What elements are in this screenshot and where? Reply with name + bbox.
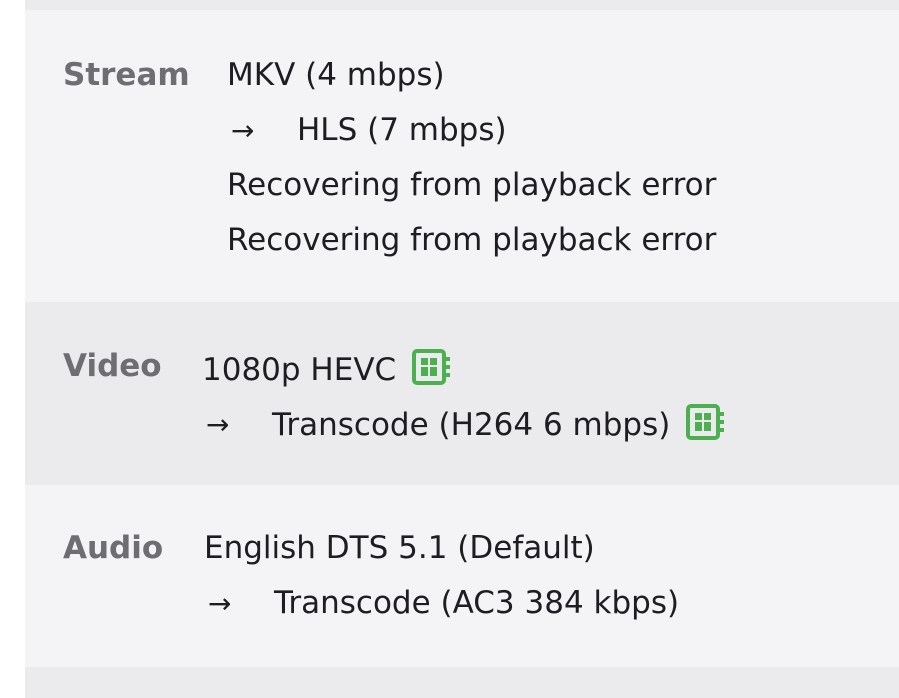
- audio-source: English DTS 5.1 (Default): [204, 533, 595, 564]
- stream-section: Stream MKV (4 mbps) → HLS (7 mbps) Recov…: [25, 10, 899, 302]
- hardware-accel-icon: [686, 404, 726, 446]
- arrow-right-icon: →: [231, 113, 255, 147]
- stream-message-text: Recovering from playback error: [227, 167, 717, 203]
- audio-label: Audio: [63, 530, 164, 566]
- stream-message-text: Recovering from playback error: [227, 222, 717, 258]
- stream-source: MKV (4 mbps): [227, 60, 445, 91]
- stream-target-text: HLS (7 mbps): [297, 112, 507, 148]
- hardware-accel-icon: [412, 349, 452, 391]
- audio-target-text: Transcode (AC3 384 kbps): [274, 585, 680, 621]
- stream-target: → HLS (7 mbps): [231, 115, 507, 146]
- arrow-right-icon: →: [208, 586, 232, 620]
- video-source-text: 1080p HEVC: [202, 351, 397, 388]
- video-source: 1080p HEVC: [202, 349, 452, 391]
- stream-message: Recovering from playback error: [227, 225, 716, 256]
- audio-source-text: English DTS 5.1 (Default): [204, 530, 595, 566]
- audio-section: Audio English DTS 5.1 (Default) → Transc…: [25, 485, 899, 667]
- stream-source-text: MKV (4 mbps): [227, 57, 445, 93]
- audio-target: → Transcode (AC3 384 kbps): [208, 588, 679, 619]
- top-divider: [25, 0, 899, 10]
- video-label: Video: [63, 348, 162, 384]
- bottom-divider: [25, 667, 899, 698]
- video-target: → Transcode (H264 6 mbps): [206, 404, 726, 446]
- stream-label: Stream: [63, 57, 190, 93]
- arrow-right-icon: →: [206, 408, 230, 441]
- video-section: Video 1080p HEVC → Transcode (H264 6 mbp…: [25, 302, 899, 485]
- video-target-text: Transcode (H264 6 mbps): [272, 406, 671, 443]
- playback-info-panel: Stream MKV (4 mbps) → HLS (7 mbps) Recov…: [25, 0, 899, 698]
- stream-message: Recovering from playback error: [227, 170, 716, 201]
